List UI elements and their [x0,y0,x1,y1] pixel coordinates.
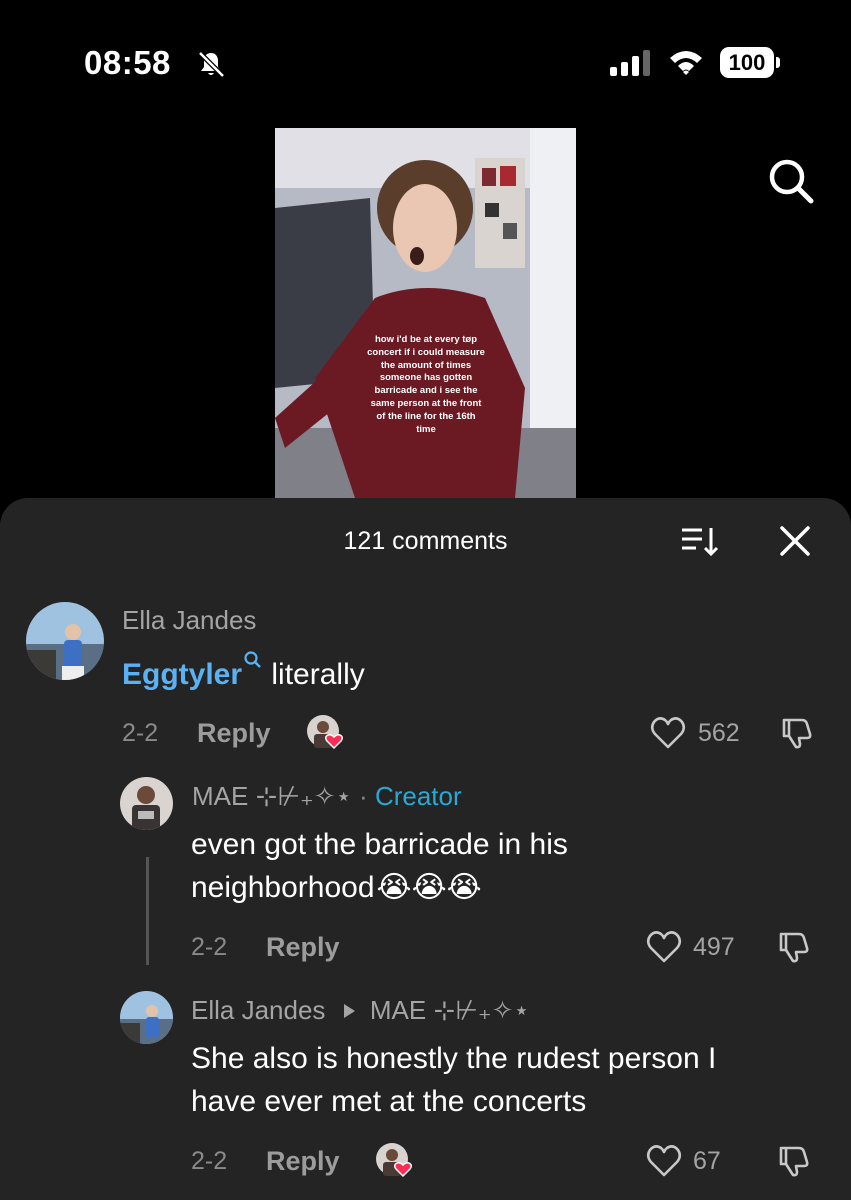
video-frame [275,128,576,498]
reply-button[interactable]: Reply [197,718,271,749]
heart-icon[interactable] [650,716,686,750]
battery-level: 100 [728,50,766,75]
sort-icon[interactable] [680,524,720,558]
creator-heart-avatar-icon [376,1143,413,1178]
battery-tip [776,57,780,68]
thread-line [146,857,149,965]
wifi-icon [670,51,702,75]
comment-body-line2-text: neighborhood [191,871,375,904]
avatar[interactable] [120,991,173,1044]
dislike-icon[interactable] [777,930,811,964]
reply-username[interactable]: Ella Jandes [191,995,325,1025]
dislike-icon[interactable] [777,1144,811,1178]
mention-link[interactable]: Eggtyler [122,658,242,691]
avatar-image [120,777,173,830]
avatar-image [26,602,104,680]
creator-username[interactable]: MAE ⊹⊬₊✧⋆ [192,781,352,811]
reply-button[interactable]: Reply [266,1146,340,1177]
separator-dot: · [359,781,368,811]
battery-indicator: 100 [720,47,774,78]
heart-icon[interactable] [646,930,682,964]
search-icon[interactable] [766,156,816,206]
comment-date: 2-2 [122,719,159,747]
search-small-icon [244,651,261,668]
comment-body-line2: have ever met at the concerts [191,1085,587,1118]
comment-username[interactable]: MAE ⊹⊬₊✧⋆ · Creator [192,781,462,812]
comment-username[interactable]: Ella Jandes [122,605,256,636]
creator-badge: Creator [374,781,462,811]
creator-liked-avatar [375,1142,415,1182]
reply-button[interactable]: Reply [266,932,340,963]
cellular-signal-icon [610,50,650,76]
avatar[interactable] [120,777,173,830]
video-caption: how i'd be at every tøp concert if i cou… [367,334,485,435]
comment-text: Eggtyler literally [122,650,365,696]
creator-heart-avatar-icon [307,715,344,750]
comment-text: even got the barricade in his neighborho… [191,823,568,909]
reply-to-username[interactable]: MAE ⊹⊬₊✧⋆ [370,995,530,1025]
close-icon[interactable] [778,524,812,558]
comment-date: 2-2 [191,933,228,961]
like-count: 562 [698,719,740,747]
comment-body-line1: She also is honestly the rudest person I [191,1042,717,1075]
heart-icon[interactable] [646,1144,682,1178]
like-count: 497 [693,933,735,961]
video-player[interactable]: how i'd be at every tøp concert if i cou… [275,128,576,498]
bell-slash-icon [198,51,225,78]
avatar-image [120,991,173,1044]
crying-emojis: 😭😭😭 [376,871,482,904]
like-count: 67 [693,1147,721,1175]
dislike-icon[interactable] [780,716,814,750]
avatar[interactable] [26,602,104,680]
comment-body-line2: neighborhood😭😭😭 [191,866,568,909]
comment-username[interactable]: Ella Jandes MAE ⊹⊬₊✧⋆ [191,995,530,1026]
status-time: 08:58 [84,44,171,81]
comment-body: literally [271,658,365,691]
reply-arrow-icon [343,1004,355,1018]
comments-count-title: 121 comments [343,527,508,555]
comment-text: She also is honestly the rudest person I… [191,1037,716,1123]
creator-liked-avatar [306,714,346,754]
comment-date: 2-2 [191,1147,228,1175]
comment-body-line1: even got the barricade in his [191,828,568,861]
